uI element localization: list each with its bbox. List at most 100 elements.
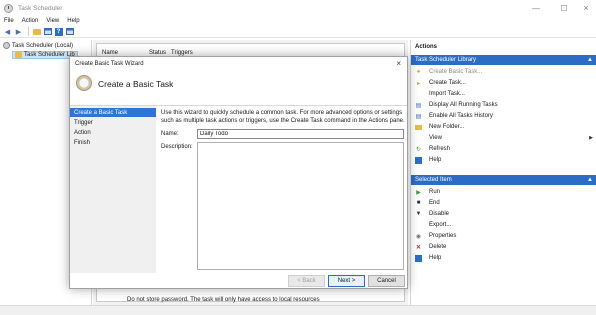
back-button[interactable]: < Back	[288, 275, 325, 287]
name-label: Name:	[161, 131, 179, 137]
action-new-folder[interactable]: New Folder...	[415, 122, 595, 132]
menu-file[interactable]: File	[4, 18, 14, 24]
console-icon[interactable]	[43, 27, 52, 36]
action-label: Disable	[429, 211, 450, 217]
action-export[interactable]: Export...	[415, 220, 595, 230]
description-label: Description:	[161, 144, 193, 150]
dialog-footer: < Back Next > Cancel	[70, 273, 407, 289]
help-icon	[415, 254, 422, 262]
run-icon: ▶	[416, 189, 421, 196]
menu-view[interactable]: View	[46, 18, 59, 24]
minimize-icon[interactable]: —	[522, 0, 550, 16]
help-icon	[415, 156, 422, 164]
forward-icon[interactable]: ▶	[14, 27, 23, 36]
action-label: End	[429, 200, 440, 206]
action-label: Import Task...	[429, 91, 465, 97]
description-field[interactable]	[197, 142, 404, 270]
action-refresh[interactable]: ↻ Refresh	[415, 144, 595, 154]
back-icon[interactable]: ◀	[3, 27, 12, 36]
create-basic-task-icon: ●	[416, 69, 421, 75]
step-create-basic-task[interactable]: Create a Basic Task	[70, 108, 156, 117]
action-create-basic-task[interactable]: ● Create Basic Task...	[415, 67, 595, 77]
next-button[interactable]: Next >	[328, 275, 365, 287]
step-finish[interactable]: Finish	[70, 138, 156, 147]
action-create-task[interactable]: ▸ Create Task...	[415, 78, 595, 88]
section-label: Task Scheduler Library	[415, 57, 477, 63]
window-titlebar: Task Scheduler — ☐ ×	[0, 0, 596, 16]
folder-icon	[15, 52, 22, 58]
action-label: Create Basic Task...	[429, 69, 483, 75]
section-task-scheduler-library[interactable]: Task Scheduler Library ▲	[411, 55, 596, 65]
action-label: Properties	[429, 233, 457, 239]
toolbar: ◀ ▶ ?	[0, 26, 596, 38]
end-icon: ■	[416, 200, 421, 206]
window-title: Task Scheduler	[18, 4, 63, 12]
menu-bar: File Action View Help	[0, 16, 596, 26]
create-task-icon: ▸	[416, 80, 420, 87]
import-icon	[415, 91, 422, 98]
disable-icon: ▼	[415, 211, 422, 217]
action-display-running[interactable]: ▤ Display All Running Tasks	[415, 100, 595, 110]
action-label: Help	[429, 157, 442, 163]
tree-library-label: Task Scheduler Lib	[24, 52, 75, 58]
action-help-selected[interactable]: Help	[415, 253, 595, 263]
action-run[interactable]: ▶ Run	[415, 187, 595, 197]
actions-pane: Actions Task Scheduler Library ▲ ● Creat…	[410, 40, 596, 305]
refresh-icon: ↻	[415, 146, 422, 153]
action-label: Enable All Tasks History	[429, 113, 493, 119]
action-label: Refresh	[429, 146, 451, 152]
hidden-option-text: Do not store password. The task will onl…	[127, 297, 320, 303]
properties-icon: ◉	[415, 233, 422, 240]
action-properties[interactable]: ◉ Properties	[415, 231, 595, 241]
dialog-header-title: Create a Basic Task	[98, 79, 174, 89]
collapse-icon[interactable]: ▲	[587, 57, 593, 63]
action-label: Create Task...	[429, 80, 466, 86]
tree-root[interactable]: Task Scheduler (Local)	[3, 42, 73, 49]
task-scheduler-app-icon	[4, 3, 13, 13]
history-icon: ▤	[415, 113, 422, 120]
action-label: View	[429, 135, 442, 141]
step-action[interactable]: Action	[70, 128, 156, 137]
name-field[interactable]	[197, 129, 404, 139]
help-icon[interactable]: ?	[54, 27, 63, 36]
submenu-arrow-icon: ▶	[589, 135, 593, 141]
collapse-icon[interactable]: ▲	[587, 177, 593, 183]
new-folder-icon	[415, 124, 422, 131]
action-delete[interactable]: ✕ Delete	[415, 242, 595, 252]
tree-item-library[interactable]: Task Scheduler Lib	[12, 51, 78, 59]
menu-help[interactable]: Help	[67, 18, 79, 24]
section-label: Selected Item	[415, 177, 452, 183]
close-icon[interactable]: ×	[572, 0, 596, 16]
export-icon	[415, 222, 422, 229]
toolbar-separator	[28, 27, 29, 36]
action-label: New Folder...	[429, 124, 465, 130]
wizard-clock-icon	[76, 75, 92, 91]
action-import-task[interactable]: Import Task...	[415, 89, 595, 99]
action-end[interactable]: ■ End	[415, 198, 595, 208]
action-view[interactable]: View ▶	[415, 133, 595, 143]
action-label: Run	[429, 189, 441, 195]
folder-icon[interactable]	[32, 27, 41, 36]
menu-action[interactable]: Action	[22, 18, 39, 24]
view-icon	[415, 135, 422, 142]
dialog-title: Create Basic Task Wizard	[75, 61, 144, 67]
actions-title: Actions	[415, 44, 438, 50]
action-enable-history[interactable]: ▤ Enable All Tasks History	[415, 111, 595, 121]
create-basic-task-dialog: Create Basic Task Wizard × Create a Basi…	[69, 56, 408, 289]
action-label: Display All Running Tasks	[429, 102, 498, 108]
step-trigger[interactable]: Trigger	[70, 118, 156, 127]
clock-icon	[3, 42, 10, 49]
cancel-button[interactable]: Cancel	[368, 275, 405, 287]
section-selected-item[interactable]: Selected Item ▲	[411, 175, 596, 185]
status-bar	[0, 305, 596, 315]
action-label: Export...	[429, 222, 452, 228]
dialog-titlebar: Create Basic Task Wizard ×	[70, 57, 407, 71]
wizard-description: Use this wizard to quickly schedule a co…	[161, 110, 405, 124]
action-label: Help	[429, 255, 442, 261]
running-tasks-icon: ▤	[415, 102, 422, 109]
close-icon[interactable]: ×	[396, 59, 401, 68]
action-label: Delete	[429, 244, 447, 250]
grid-icon[interactable]	[65, 27, 74, 36]
action-help[interactable]: Help	[415, 155, 595, 165]
action-disable[interactable]: ▼ Disable	[415, 209, 595, 219]
